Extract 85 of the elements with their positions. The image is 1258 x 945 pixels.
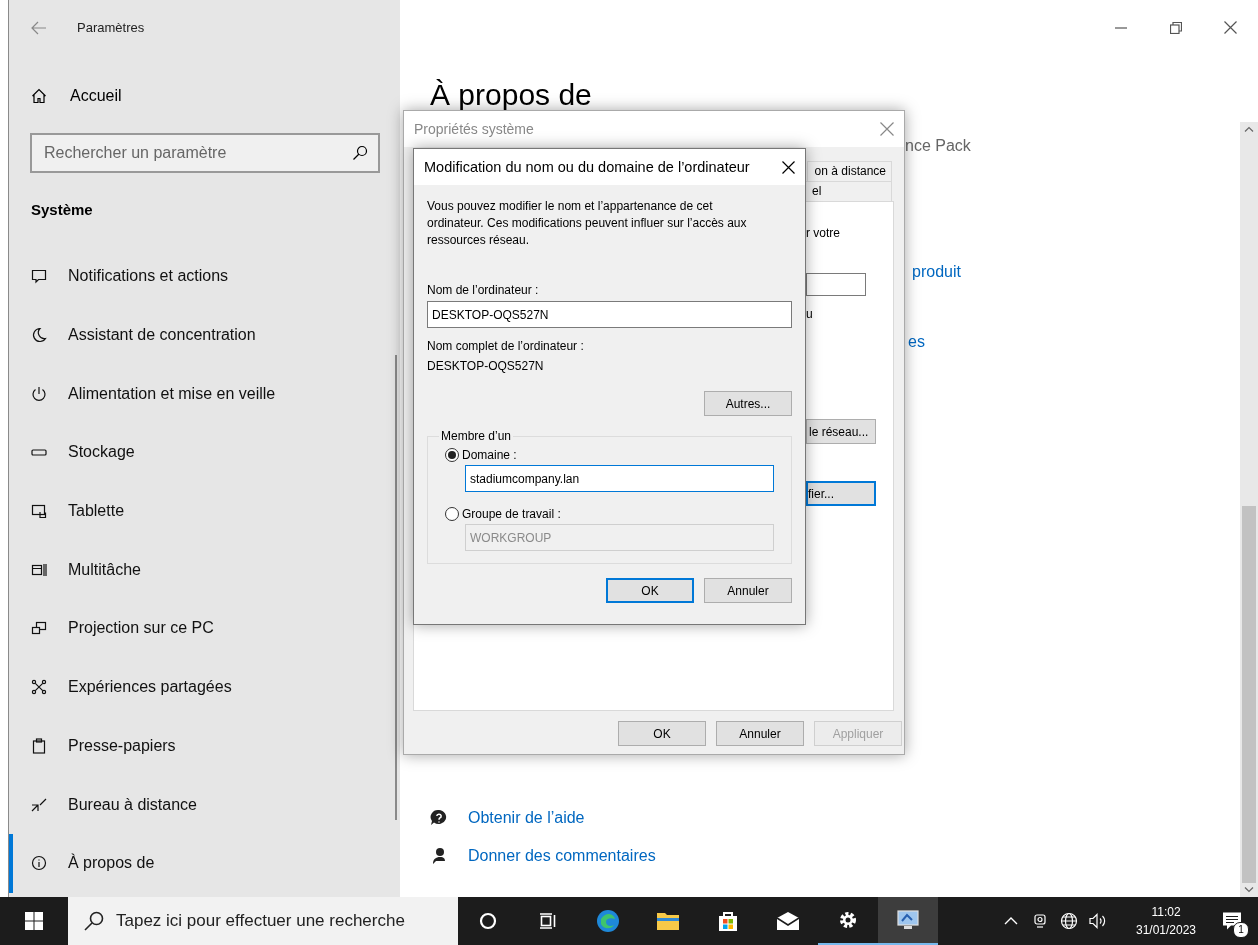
nav-item[interactable]: Expériences partagées xyxy=(9,657,400,717)
nav-item[interactable]: Stockage xyxy=(9,423,400,482)
shared-experiences-icon xyxy=(31,679,47,696)
dialog-button[interactable]: Annuler xyxy=(704,578,792,603)
scrollbar[interactable] xyxy=(1240,122,1258,897)
panel-text: u xyxy=(806,306,813,322)
envelope-icon xyxy=(776,909,800,933)
task-view-icon xyxy=(539,912,557,930)
input-field[interactable]: DESKTOP-OQS527N xyxy=(427,301,792,328)
taskbar-app-button[interactable] xyxy=(878,897,938,945)
restore-icon xyxy=(1169,21,1182,34)
nav-item[interactable]: Presse-papiers xyxy=(9,716,400,776)
radio-button[interactable] xyxy=(445,448,459,462)
dialog-button[interactable]: le réseau... xyxy=(806,419,876,444)
field-label: Nom complet de l’ordinateur : xyxy=(427,338,585,354)
window-title: Paramètres xyxy=(77,20,145,35)
nav-item[interactable]: À propos de xyxy=(9,833,400,893)
nav-item[interactable]: Projection sur ce PC xyxy=(9,599,400,658)
moon-icon xyxy=(31,327,47,344)
dialog-button[interactable]: OK xyxy=(606,578,694,603)
close-icon xyxy=(782,160,795,174)
input-field[interactable] xyxy=(806,273,866,296)
close-icon xyxy=(880,122,894,136)
close-button[interactable] xyxy=(782,160,795,174)
camera-icon xyxy=(1031,913,1048,929)
radio-option[interactable]: Domaine : xyxy=(445,446,774,464)
action-center-button[interactable]: 1 xyxy=(1206,897,1258,945)
circle-icon xyxy=(479,912,497,930)
speech-bubble-icon xyxy=(31,268,47,285)
group-label: Membre d’un xyxy=(440,428,513,444)
dialog-button[interactable]: OK xyxy=(618,721,706,746)
input-field[interactable]: stadiumcompany.lan xyxy=(465,465,774,492)
field-label: Nom de l’ordinateur : xyxy=(427,282,540,298)
multitask-icon xyxy=(31,561,47,578)
section-heading: Système xyxy=(30,200,94,220)
scroll-down-icon xyxy=(1244,887,1254,893)
dialog-button[interactable]: fier... xyxy=(806,481,876,506)
dialog-title: Modification du nom ou du domaine de l’ordinateur xyxy=(424,159,750,175)
scrollbar[interactable] xyxy=(395,355,397,820)
notification-count-badge: 1 xyxy=(1233,922,1249,938)
power-icon xyxy=(31,385,47,402)
nav-item[interactable]: Alimentation et mise en veille xyxy=(9,364,400,424)
browser-icon xyxy=(596,909,620,933)
scroll-up-icon xyxy=(1244,126,1254,132)
chevron-up-icon xyxy=(1003,917,1018,925)
help-bubble-icon xyxy=(430,809,448,827)
dialog-title: Propriétés système xyxy=(414,121,534,137)
home-nav-item[interactable]: Accueil xyxy=(9,67,400,125)
nav-item[interactable]: Tablette xyxy=(9,481,400,541)
description-text: Vous pouvez modifier le nom et l’appartenance de cet ordinateur. Ces modifications peuvent influer sur l’accès aux ressources réseau. xyxy=(427,198,748,249)
link[interactable]: es xyxy=(908,333,925,351)
link[interactable]: Obtenir de l’aide xyxy=(468,809,585,827)
close-icon xyxy=(1224,21,1237,34)
page-title: À propos de xyxy=(430,77,593,113)
panel-text: r votre xyxy=(806,225,840,241)
speaker-icon xyxy=(1088,913,1107,929)
projection-icon xyxy=(31,620,47,637)
shopping-bag-icon xyxy=(716,909,740,933)
info-icon xyxy=(31,855,47,872)
globe-icon xyxy=(1059,912,1078,930)
search-icon xyxy=(352,145,368,161)
tablet-icon xyxy=(31,503,47,520)
nav-item[interactable]: Assistant de concentration xyxy=(9,305,400,365)
dialog-button[interactable]: Autres... xyxy=(704,391,792,416)
dialog-button[interactable]: Annuler xyxy=(716,721,804,746)
nav-item[interactable]: Multitâche xyxy=(9,540,400,600)
back-arrow-icon xyxy=(31,19,47,36)
clipboard-icon xyxy=(31,737,47,754)
remote-desktop-icon xyxy=(31,796,47,813)
windows-logo-icon xyxy=(25,912,43,930)
nav-item[interactable]: Notifications et actions xyxy=(9,247,400,306)
nav-item[interactable]: Bureau à distance xyxy=(9,775,400,834)
link[interactable]: produit xyxy=(912,263,961,281)
clock[interactable]: 11:02 31/01/2023 xyxy=(1126,903,1206,939)
link[interactable]: Donner des commentaires xyxy=(468,847,656,865)
info-text: nce Pack xyxy=(905,137,971,155)
tab[interactable]: on à distance xyxy=(807,161,892,181)
person-icon xyxy=(430,847,448,865)
search-icon xyxy=(84,911,104,931)
computer-screen-icon xyxy=(896,908,920,932)
taskbar-search-field[interactable]: Tapez ici pour effectuer une recherche xyxy=(68,897,458,945)
scrollbar-thumb[interactable] xyxy=(1242,506,1256,883)
search-field[interactable]: Rechercher un paramètre xyxy=(30,133,380,173)
house-icon xyxy=(31,88,47,104)
full-name-text: DESKTOP-OQS527N xyxy=(427,358,545,374)
